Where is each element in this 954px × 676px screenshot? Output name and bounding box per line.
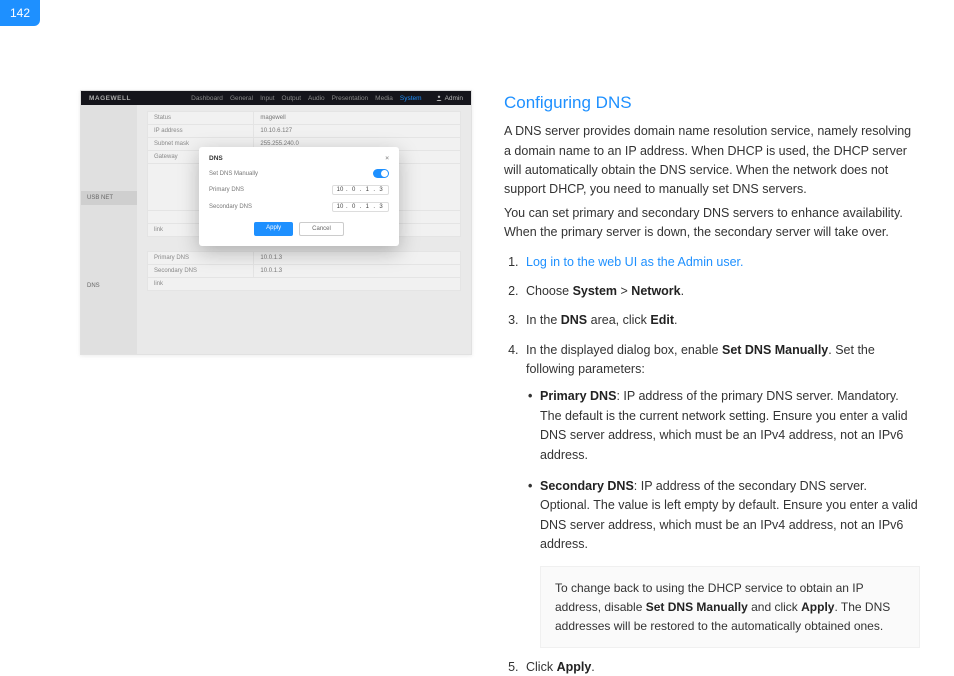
dialog-title: DNS <box>209 155 223 162</box>
step-4: In the displayed dialog box, enable Set … <box>522 341 920 649</box>
step-1: Log in to the web UI as the Admin user. <box>522 253 920 272</box>
brand-logo: MAGEWELL <box>89 95 131 102</box>
step-2: Choose System > Network. <box>522 282 920 301</box>
step-3: In the DNS area, click Edit. <box>522 311 920 330</box>
apply-button[interactable]: Apply <box>254 222 293 236</box>
nav-output[interactable]: Output <box>282 95 302 102</box>
set-dns-manually-toggle[interactable] <box>373 169 389 178</box>
sidebar-usb-net[interactable]: USB NET <box>81 191 137 205</box>
article: Configuring DNS A DNS server provides do… <box>504 90 920 676</box>
nav-general[interactable]: General <box>230 95 253 102</box>
admin-login-link[interactable]: Log in to the web UI as the Admin user. <box>526 255 744 269</box>
nav-system[interactable]: System <box>400 95 422 102</box>
nav-input[interactable]: Input <box>260 95 274 102</box>
dns-table: Primary DNS10.0.1.3 Secondary DNS10.0.1.… <box>147 251 461 291</box>
secondary-dns-label: Secondary DNS <box>209 204 252 210</box>
note-box: To change back to using the DHCP service… <box>540 566 920 648</box>
sub-secondary-dns: Secondary DNS: IP address of the seconda… <box>540 477 920 555</box>
dns-dialog: DNS × Set DNS Manually Primary DNS 10. 0… <box>199 147 399 246</box>
primary-dns-input[interactable]: 10. 0. 1. 3 <box>332 185 389 195</box>
nav-audio[interactable]: Audio <box>308 95 325 102</box>
page-number-tab: 142 <box>0 0 40 26</box>
nav-media[interactable]: Media <box>375 95 393 102</box>
step-5: Click Apply. <box>522 658 920 676</box>
admin-label: Admin <box>445 95 463 102</box>
nav-dashboard[interactable]: Dashboard <box>191 95 223 102</box>
sidebar-dns[interactable]: DNS <box>81 279 137 293</box>
intro-paragraph-1: A DNS server provides domain name resolu… <box>504 122 920 200</box>
sub-primary-dns: Primary DNS: IP address of the primary D… <box>540 387 920 465</box>
set-dns-manually-label: Set DNS Manually <box>209 171 258 177</box>
admin-menu[interactable]: Admin <box>436 95 463 102</box>
secondary-dns-input[interactable]: 10. 0. 1. 3 <box>332 202 389 212</box>
article-title: Configuring DNS <box>504 90 920 116</box>
intro-paragraph-2: You can set primary and secondary DNS se… <box>504 204 920 243</box>
primary-dns-label: Primary DNS <box>209 187 244 193</box>
screenshot-preview: MAGEWELL Dashboard General Input Output … <box>80 90 472 355</box>
cancel-button[interactable]: Cancel <box>299 222 344 236</box>
dns-link-row[interactable]: link <box>148 278 461 291</box>
top-nav: Dashboard General Input Output Audio Pre… <box>191 95 421 102</box>
user-icon <box>436 95 442 101</box>
close-icon[interactable]: × <box>385 155 389 162</box>
nav-presentation[interactable]: Presentation <box>332 95 369 102</box>
